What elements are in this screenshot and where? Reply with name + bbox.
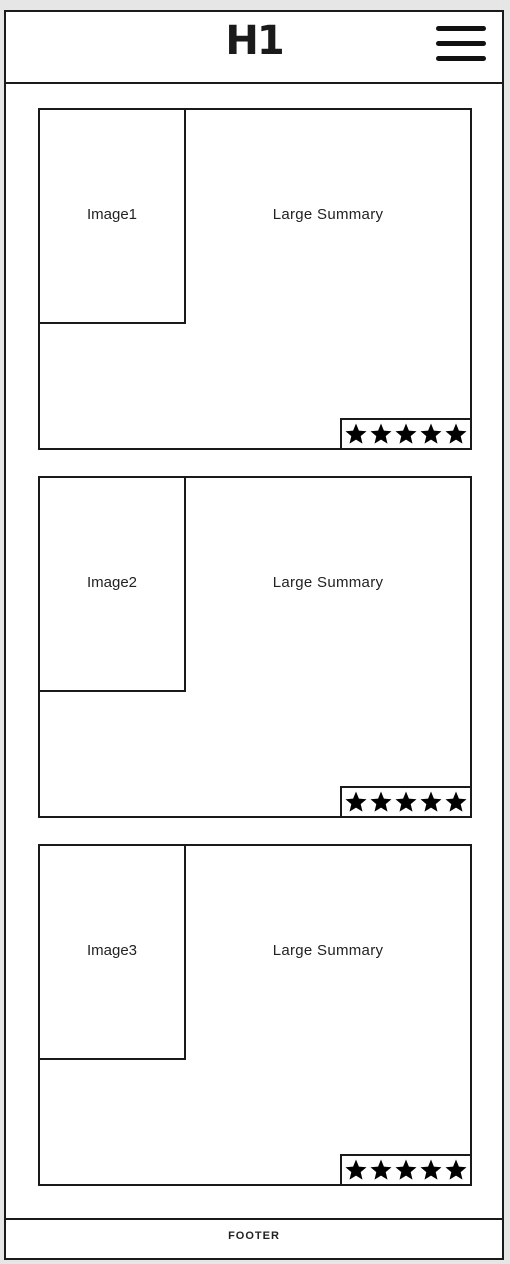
menu-bar: [436, 41, 486, 46]
card-image-label: Image2: [86, 574, 138, 591]
card-3[interactable]: Image3 Large Summary: [38, 844, 472, 1186]
footer-label: FOOTER: [228, 1230, 280, 1242]
star-rating[interactable]: [340, 418, 472, 450]
card-summary: Large Summary: [272, 206, 384, 223]
card-image-placeholder: Image3: [38, 844, 186, 1060]
card-1[interactable]: Image1 Large Summary: [38, 108, 472, 450]
page-title: H1: [225, 18, 284, 64]
star-icon: [344, 790, 368, 814]
star-icon: [344, 1158, 368, 1182]
page-frame: H1 Image1 Large Summary Image2 Large Sum…: [4, 10, 504, 1260]
star-icon: [444, 422, 468, 446]
star-icon: [394, 1158, 418, 1182]
card-image-placeholder: Image2: [38, 476, 186, 692]
menu-bar: [436, 26, 486, 31]
star-icon: [419, 1158, 443, 1182]
card-image-label: Image3: [86, 942, 138, 959]
card-image-label: Image1: [86, 206, 138, 223]
card-2[interactable]: Image2 Large Summary: [38, 476, 472, 818]
hamburger-menu-icon[interactable]: [436, 26, 486, 62]
star-icon: [444, 790, 468, 814]
star-rating[interactable]: [340, 786, 472, 818]
star-icon: [394, 790, 418, 814]
star-rating[interactable]: [340, 1154, 472, 1186]
header: H1: [6, 12, 502, 84]
star-icon: [369, 1158, 393, 1182]
menu-bar: [436, 56, 486, 61]
card-image-placeholder: Image1: [38, 108, 186, 324]
star-icon: [344, 422, 368, 446]
card-summary: Large Summary: [272, 942, 384, 959]
star-icon: [419, 422, 443, 446]
star-icon: [419, 790, 443, 814]
star-icon: [369, 790, 393, 814]
star-icon: [369, 422, 393, 446]
footer: FOOTER: [6, 1218, 502, 1258]
star-icon: [394, 422, 418, 446]
card-summary: Large Summary: [272, 574, 384, 591]
star-icon: [444, 1158, 468, 1182]
